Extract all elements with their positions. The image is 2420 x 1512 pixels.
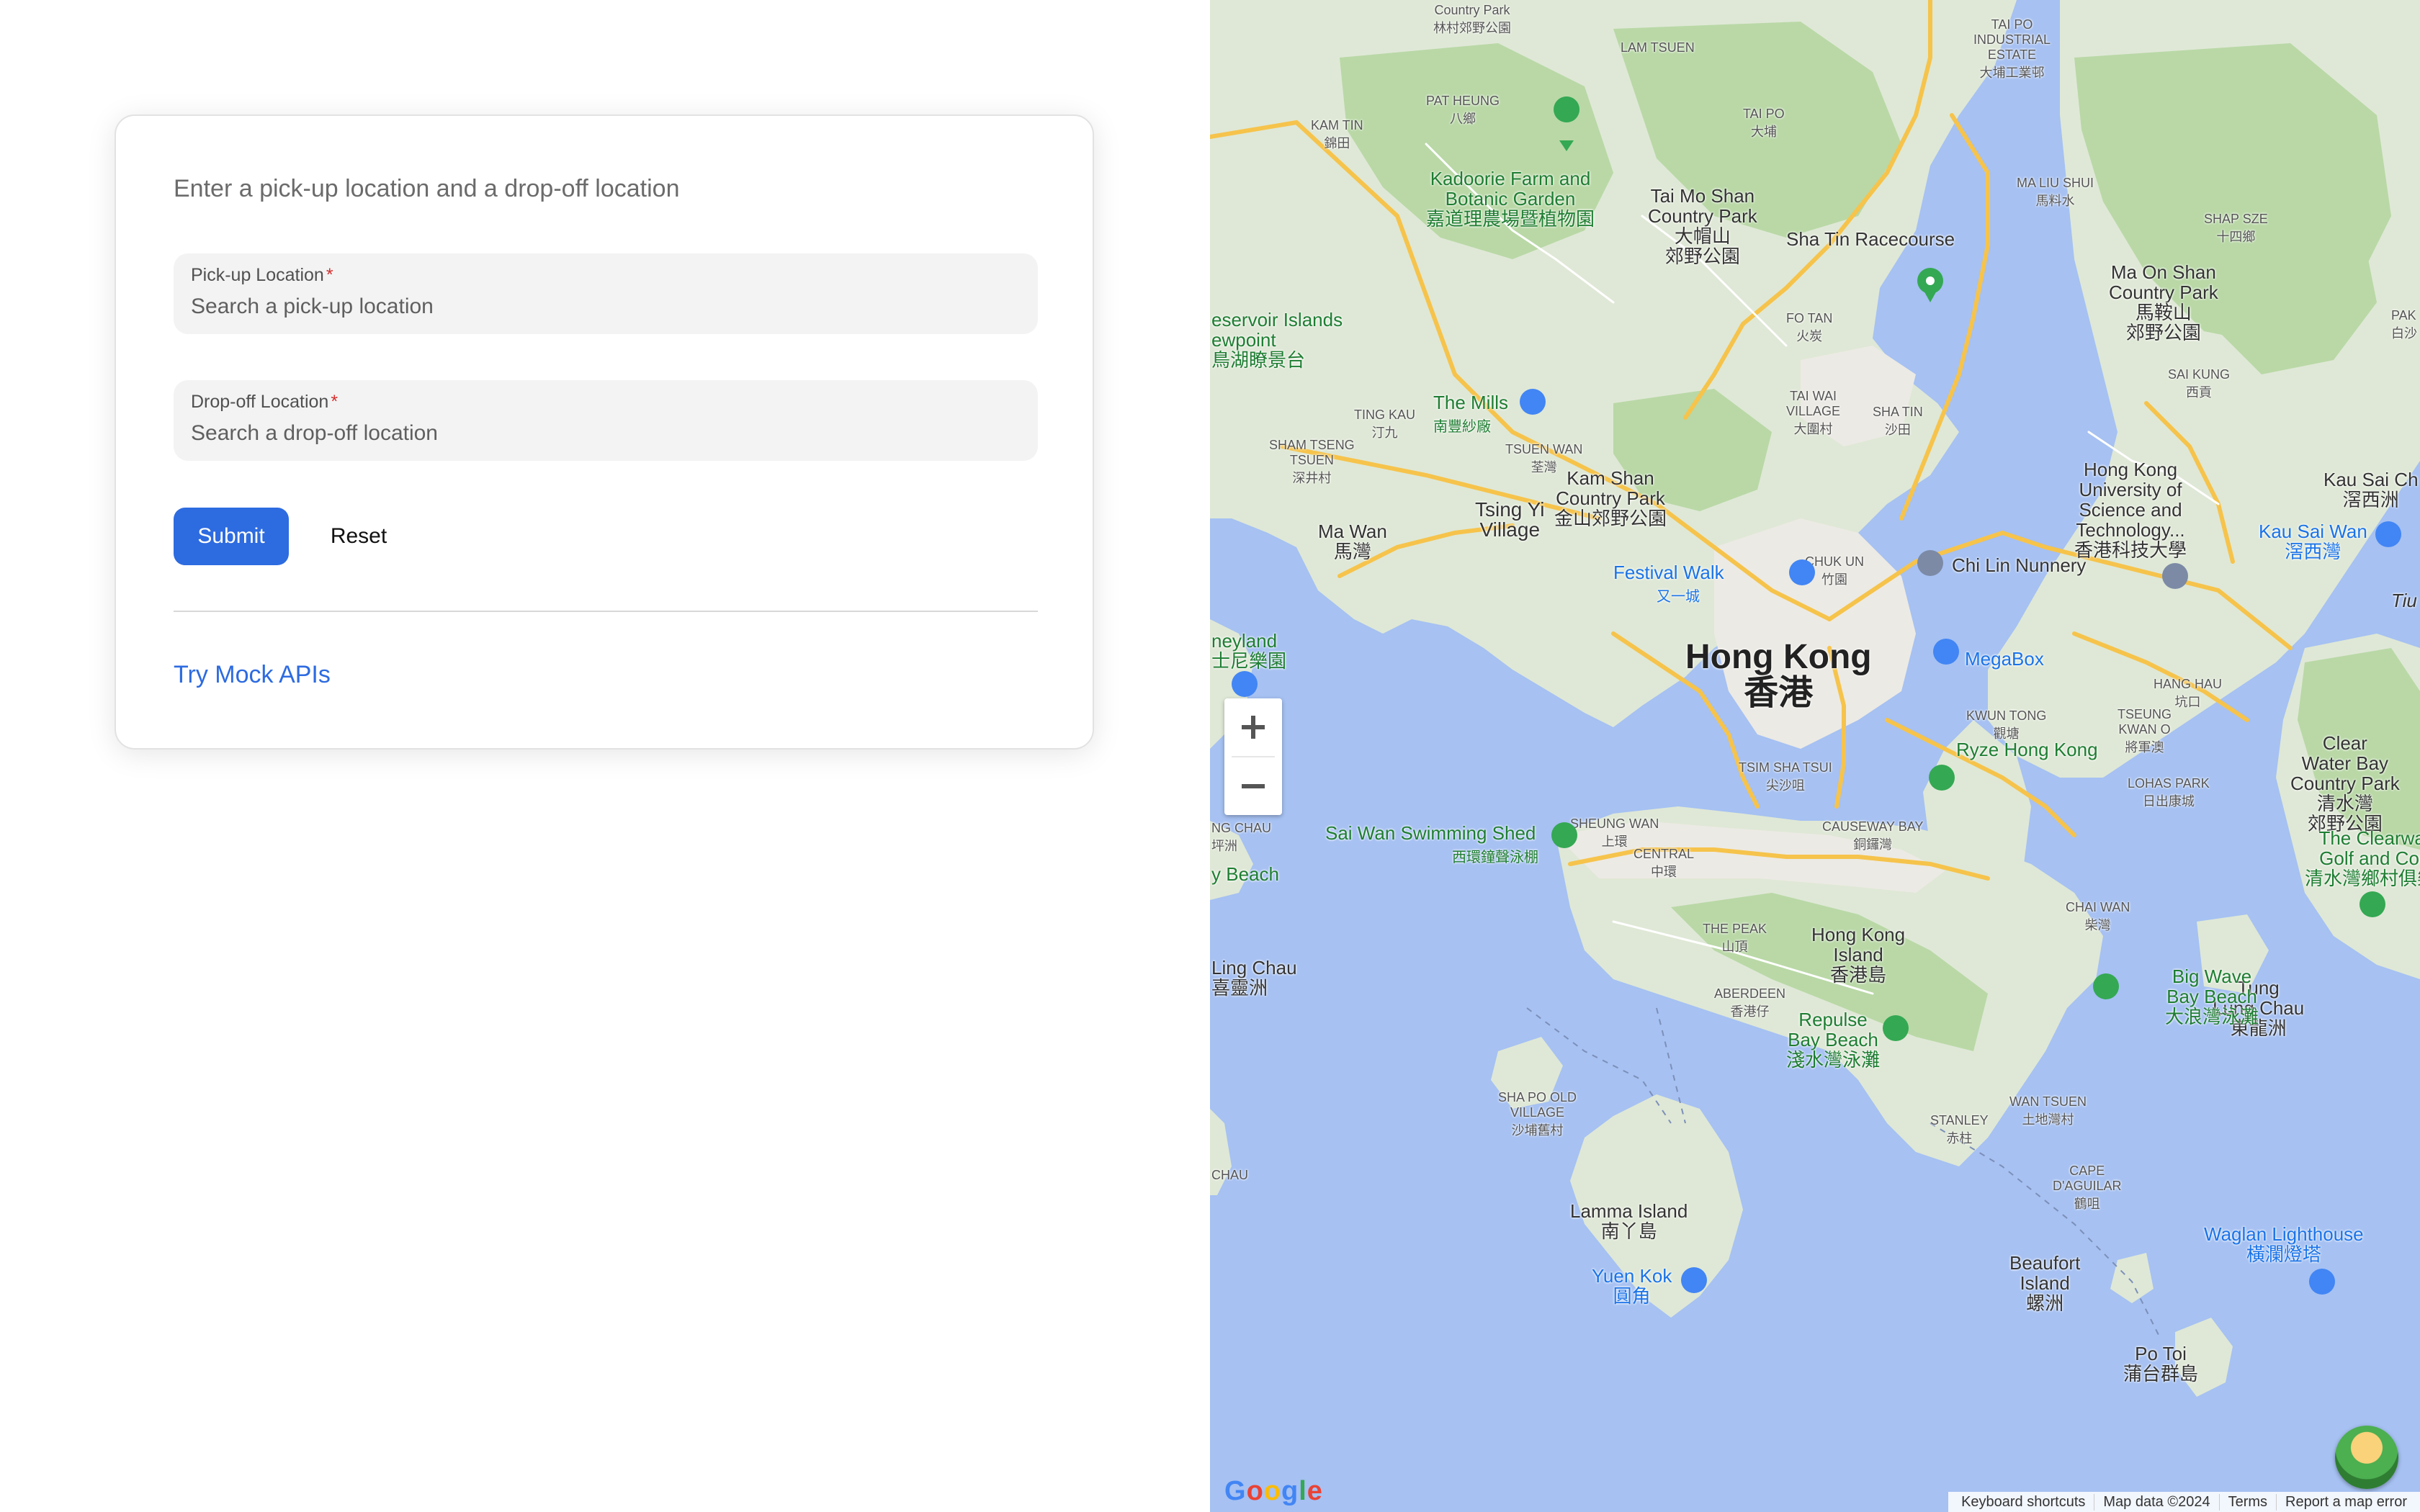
map-label-causeway-bay: CAUSEWAY BAY 銅鑼灣	[1822, 819, 1924, 852]
map-label-ng-chau: NG CHAU 坪洲	[1211, 821, 1272, 853]
minus-icon	[1242, 784, 1265, 788]
dropoff-location-field[interactable]: Drop-off Location *	[174, 380, 1038, 461]
pickup-location-input[interactable]	[191, 292, 1019, 321]
map-label-po-toi: Po Toi 蒲台群島	[2123, 1343, 2199, 1385]
reset-button[interactable]: Reset	[319, 508, 398, 565]
try-mock-apis-link[interactable]: Try Mock APIs	[174, 661, 331, 689]
map-label-sha-tin: SHA TIN 沙田	[1873, 405, 1923, 437]
map-label-kwun-tong: KWUN TONG 觀塘	[1966, 708, 2047, 741]
map-label-pak: PAK 白沙	[2391, 308, 2417, 341]
map-label-kau-sai-chau: Kau Sai Ch 滘西洲	[2323, 469, 2419, 510]
map-label-hong-kong-island: Hong Kong Island 香港島	[1811, 924, 1906, 986]
map-label-lam-tsuen: LAM TSUEN	[1621, 40, 1695, 55]
map-label-pat-heung: PAT HEUNG 八鄉	[1426, 94, 1500, 126]
map-label-chau: CHAU	[1211, 1168, 1249, 1182]
plus-icon	[1242, 716, 1265, 739]
zoom-out-button[interactable]	[1224, 757, 1282, 815]
street-view-pegman-icon[interactable]	[2335, 1426, 2398, 1489]
map-label-cape-daguilar: CAPE D'AGUILAR 鶴咀	[2053, 1164, 2122, 1211]
map-label-ma-liu-shui: MA LIU SHUI 馬料水	[2017, 176, 2094, 208]
pickup-location-label: Pick-up Location *	[191, 265, 333, 285]
map-label-kam-shan: Kam Shan Country Park 金山郊野公園	[1554, 467, 1667, 529]
submit-button[interactable]: Submit	[174, 508, 289, 565]
map-label-country-park: Country Park 林村郊野公園	[1433, 3, 1511, 35]
map-label-hong-kong: Hong Kong 香港	[1685, 638, 1872, 712]
map-label-chi-lin-nunnery: Chi Lin Nunnery	[1952, 554, 2087, 576]
map-label-chuk-un: CHUK UN 竹園	[1805, 554, 1865, 587]
map-label-sheung-wan: SHEUNG WAN 上環	[1570, 816, 1659, 849]
map-label-megabox: MegaBox	[1965, 648, 2044, 670]
map-label-lohas-park: LOHAS PARK 日出康城	[2128, 776, 2210, 809]
route-form-card: Enter a pick-up location and a drop-off …	[115, 114, 1094, 750]
dropoff-location-input[interactable]	[191, 419, 1019, 448]
map-label-central: CENTRAL 中環	[1634, 847, 1695, 879]
map-label-tsim-sha-tsui: TSIM SHA TSUI 尖沙咀	[1739, 760, 1832, 793]
map-attribution: Keyboard shortcuts Map data ©2024 Terms …	[1948, 1492, 2420, 1512]
map-data-text: Map data ©2024	[2094, 1493, 2218, 1511]
report-map-error-link[interactable]: Report a map error	[2276, 1493, 2416, 1511]
map-label-the-peak: THE PEAK 山頂	[1703, 922, 1767, 954]
map-label-ma-wan: Ma Wan 馬灣	[1318, 521, 1387, 562]
map-label-tai-po-industrial: TAI PO INDUSTRIAL ESTATE 大埔工業邨	[1973, 17, 2051, 80]
google-logo: Google	[1224, 1476, 1323, 1506]
left-pane: Enter a pick-up location and a drop-off …	[0, 0, 1210, 1512]
map-label-tsuen-wan: TSUEN WAN 荃灣	[1505, 442, 1583, 474]
map-label-tiu: Tiu	[2391, 590, 2417, 611]
map-label-tai-mo-shan: Tai Mo Shan Country Park 大帽山 郊野公園	[1648, 185, 1757, 267]
map-label-the-mills: The Mills 南豐紗廠	[1433, 392, 1509, 435]
map[interactable]: Hong Kong 香港 Hong Kong Island 香港島 Tsing Y…	[1210, 0, 2420, 1512]
map-label-repulse-bay: Repulse Bay Beach 淺水灣泳灘	[1786, 1009, 1881, 1071]
map-label-yuen-kok: Yuen Kok 圓角	[1592, 1265, 1672, 1307]
map-label-beaufort-island: Beaufort Island 螺洲	[2009, 1252, 2081, 1314]
map-label-kam-tin: KAM TIN 錦田	[1311, 118, 1363, 150]
map-label-shap-sze: SHAP SZE 十四鄉	[2204, 212, 2268, 244]
map-label-clearwater-golf: The Clearwate Golf and Coun 清水灣鄉村俱樂部	[2305, 827, 2420, 889]
map-label-sai-wan-swimming-shed: Sai Wan Swimming Shed 西環鐘聲泳棚	[1325, 822, 1538, 865]
map-label-disneyland: neyland 士尼樂園	[1211, 630, 1287, 672]
pickup-location-field[interactable]: Pick-up Location *	[174, 253, 1038, 334]
map-label-sai-kung: SAI KUNG 西貢	[2168, 367, 2231, 400]
required-mark: *	[331, 392, 339, 412]
map-label-tsing-yi: Tsing Yi Village	[1475, 498, 1545, 541]
map-label-wan-tsuen: WAN TSUEN 土地灣村	[2009, 1094, 2087, 1127]
map-zoom-controls	[1224, 698, 1282, 815]
map-label-chai-wan: CHAI WAN 柴灣	[2066, 900, 2130, 932]
map-label-beach: y Beach	[1211, 863, 1279, 885]
map-label-ling-chau: Ling Chau 喜靈洲	[1211, 957, 1297, 999]
dropoff-location-label: Drop-off Location *	[191, 392, 339, 412]
zoom-in-button[interactable]	[1224, 698, 1282, 756]
map-label-ma-on-shan: Ma On Shan Country Park 馬鞍山 郊野公園	[2109, 261, 2218, 343]
map-label-tseung-kwan-o: TSEUNG KWAN O 將軍澳	[2118, 707, 2172, 755]
map-label-big-wave-bay: Big Wave Bay Beach 大浪灣泳灘	[2165, 966, 2259, 1027]
map-label-tai-wai: TAI WAI VILLAGE 大圍村	[1786, 389, 1841, 436]
map-label-sha-po-old-village: SHA PO OLD VILLAGE 沙埔舊村	[1498, 1090, 1577, 1138]
map-label-fo-tan: FO TAN 火炭	[1786, 311, 1833, 343]
map-label-tai-po: TAI PO 大埔	[1743, 107, 1785, 139]
divider	[174, 611, 1038, 612]
map-label-kadoorie: Kadoorie Farm and Botanic Garden 嘉道理農場暨植…	[1426, 168, 1595, 230]
map-label-kau-sai-wan: Kau Sai Wan 滘西灣	[2259, 521, 2367, 562]
map-label-aberdeen: ABERDEEN 香港仔	[1714, 986, 1786, 1019]
map-label-festival-walk: Festival Walk 又一城	[1613, 562, 1724, 605]
map-label-lamma-island: Lamma Island 南丫島	[1570, 1200, 1688, 1242]
map-label-reservoir-islands: eservoir Islands ewpoint 鳥湖瞭景台	[1211, 309, 1343, 371]
terms-link[interactable]: Terms	[2218, 1493, 2276, 1511]
form-title: Enter a pick-up location and a drop-off …	[174, 175, 680, 202]
map-label-stanley: STANLEY 赤柱	[1930, 1113, 1989, 1146]
map-label-sham-tseng: SHAM TSENG TSUEN 深井村	[1269, 438, 1355, 485]
map-label-clear-water-bay: Clear Water Bay Country Park 清水灣 郊野公園	[2290, 732, 2400, 834]
map-label-hkust: Hong Kong University of Science and Tech…	[2074, 459, 2187, 561]
required-mark: *	[326, 265, 333, 285]
map-label-hang-hau: HANG HAU 坑口	[2154, 677, 2223, 709]
map-label-waglan-lighthouse: Waglan Lighthouse 橫瀾燈塔	[2204, 1223, 2364, 1265]
keyboard-shortcuts-link[interactable]: Keyboard shortcuts	[1953, 1494, 2094, 1511]
map-label-sha-tin-racecourse: Sha Tin Racecourse	[1786, 228, 1955, 250]
map-label-ting-kau: TING KAU 汀九	[1354, 408, 1416, 440]
